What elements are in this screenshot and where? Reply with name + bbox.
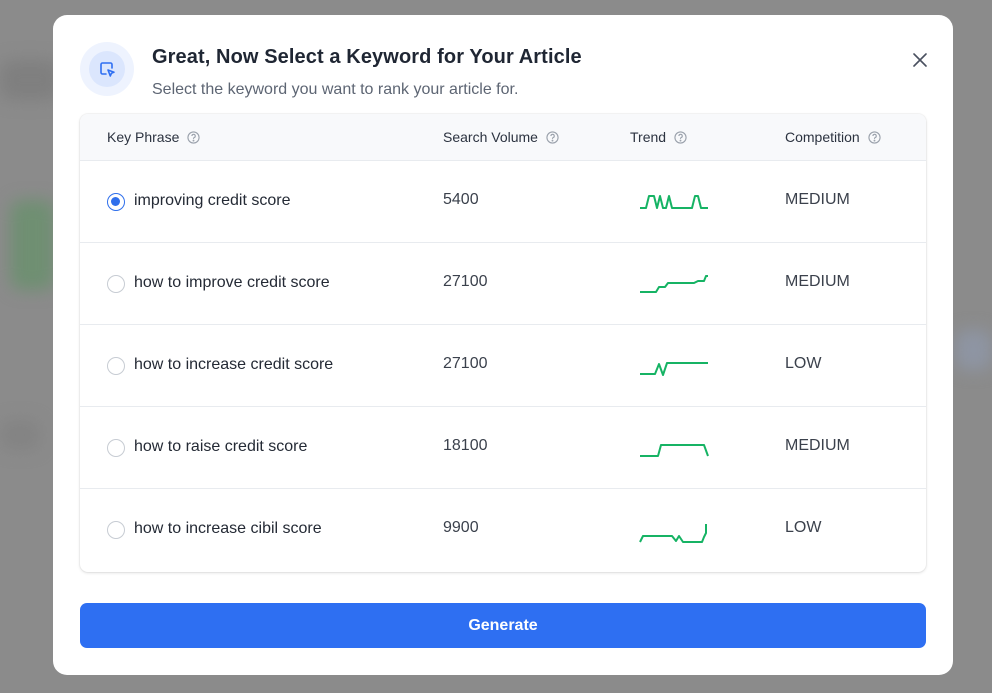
table-row[interactable]: how to raise credit score 18100 MEDIUM [80, 407, 926, 489]
competition-level: LOW [785, 355, 822, 372]
generate-button[interactable]: Generate [80, 603, 926, 648]
modal-subtitle: Select the keyword you want to rank your… [152, 81, 519, 98]
trend-sparkline [639, 524, 707, 543]
table-row[interactable]: improving credit score 5400 MEDIUM [80, 161, 926, 243]
keyword-radio[interactable] [107, 193, 125, 211]
search-volume: 18100 [443, 437, 488, 454]
header-icon-badge [80, 42, 134, 96]
table-header: Key Phrase Search Volume Trend Competiti… [80, 114, 926, 161]
key-phrase: how to increase credit score [134, 356, 334, 373]
close-button[interactable] [909, 49, 931, 71]
keyword-radio[interactable] [107, 439, 125, 457]
column-header-trend: Trend [630, 129, 687, 145]
table-row[interactable]: how to increase credit score 27100 LOW [80, 325, 926, 407]
competition-level: MEDIUM [785, 273, 850, 290]
column-label: Search Volume [443, 129, 538, 145]
column-header-key-phrase: Key Phrase [107, 129, 201, 145]
cursor-select-icon [100, 62, 115, 77]
modal-title: Great, Now Select a Keyword for Your Art… [152, 46, 582, 68]
competition-level: MEDIUM [785, 191, 850, 208]
keyword-radio[interactable] [107, 357, 125, 375]
keyword-select-modal: Great, Now Select a Keyword for Your Art… [53, 15, 953, 675]
help-circle-icon[interactable] [187, 130, 201, 144]
keyword-radio[interactable] [107, 275, 125, 293]
competition-level: MEDIUM [785, 437, 850, 454]
column-header-competition: Competition [785, 129, 881, 145]
trend-sparkline [640, 275, 708, 293]
keyword-table: Key Phrase Search Volume Trend Competiti… [80, 114, 926, 572]
key-phrase: how to improve credit score [134, 274, 330, 291]
search-volume: 9900 [443, 519, 479, 536]
search-volume: 27100 [443, 273, 488, 290]
column-label: Trend [630, 129, 667, 145]
trend-sparkline [640, 444, 709, 457]
table-row[interactable]: how to improve credit score 27100 MEDIUM [80, 243, 926, 325]
column-header-search-volume: Search Volume [443, 129, 559, 145]
key-phrase: how to raise credit score [134, 438, 308, 455]
keyword-radio[interactable] [107, 521, 125, 539]
help-circle-icon[interactable] [868, 130, 881, 144]
backdrop-blur [955, 330, 992, 370]
key-phrase: improving credit score [134, 192, 291, 209]
competition-level: LOW [785, 519, 822, 536]
backdrop-blur [0, 420, 40, 450]
trend-sparkline [640, 362, 708, 376]
close-icon [913, 53, 927, 67]
backdrop-blur [0, 60, 60, 100]
column-label: Competition [785, 129, 860, 145]
column-label: Key Phrase [107, 129, 180, 145]
help-circle-icon[interactable] [674, 130, 687, 144]
help-circle-icon[interactable] [546, 130, 559, 144]
table-row[interactable]: how to increase cibil score 9900 LOW [80, 489, 926, 571]
trend-sparkline [640, 195, 708, 209]
key-phrase: how to increase cibil score [134, 520, 322, 537]
search-volume: 27100 [443, 355, 488, 372]
search-volume: 5400 [443, 191, 479, 208]
backdrop-blur [10, 200, 55, 290]
